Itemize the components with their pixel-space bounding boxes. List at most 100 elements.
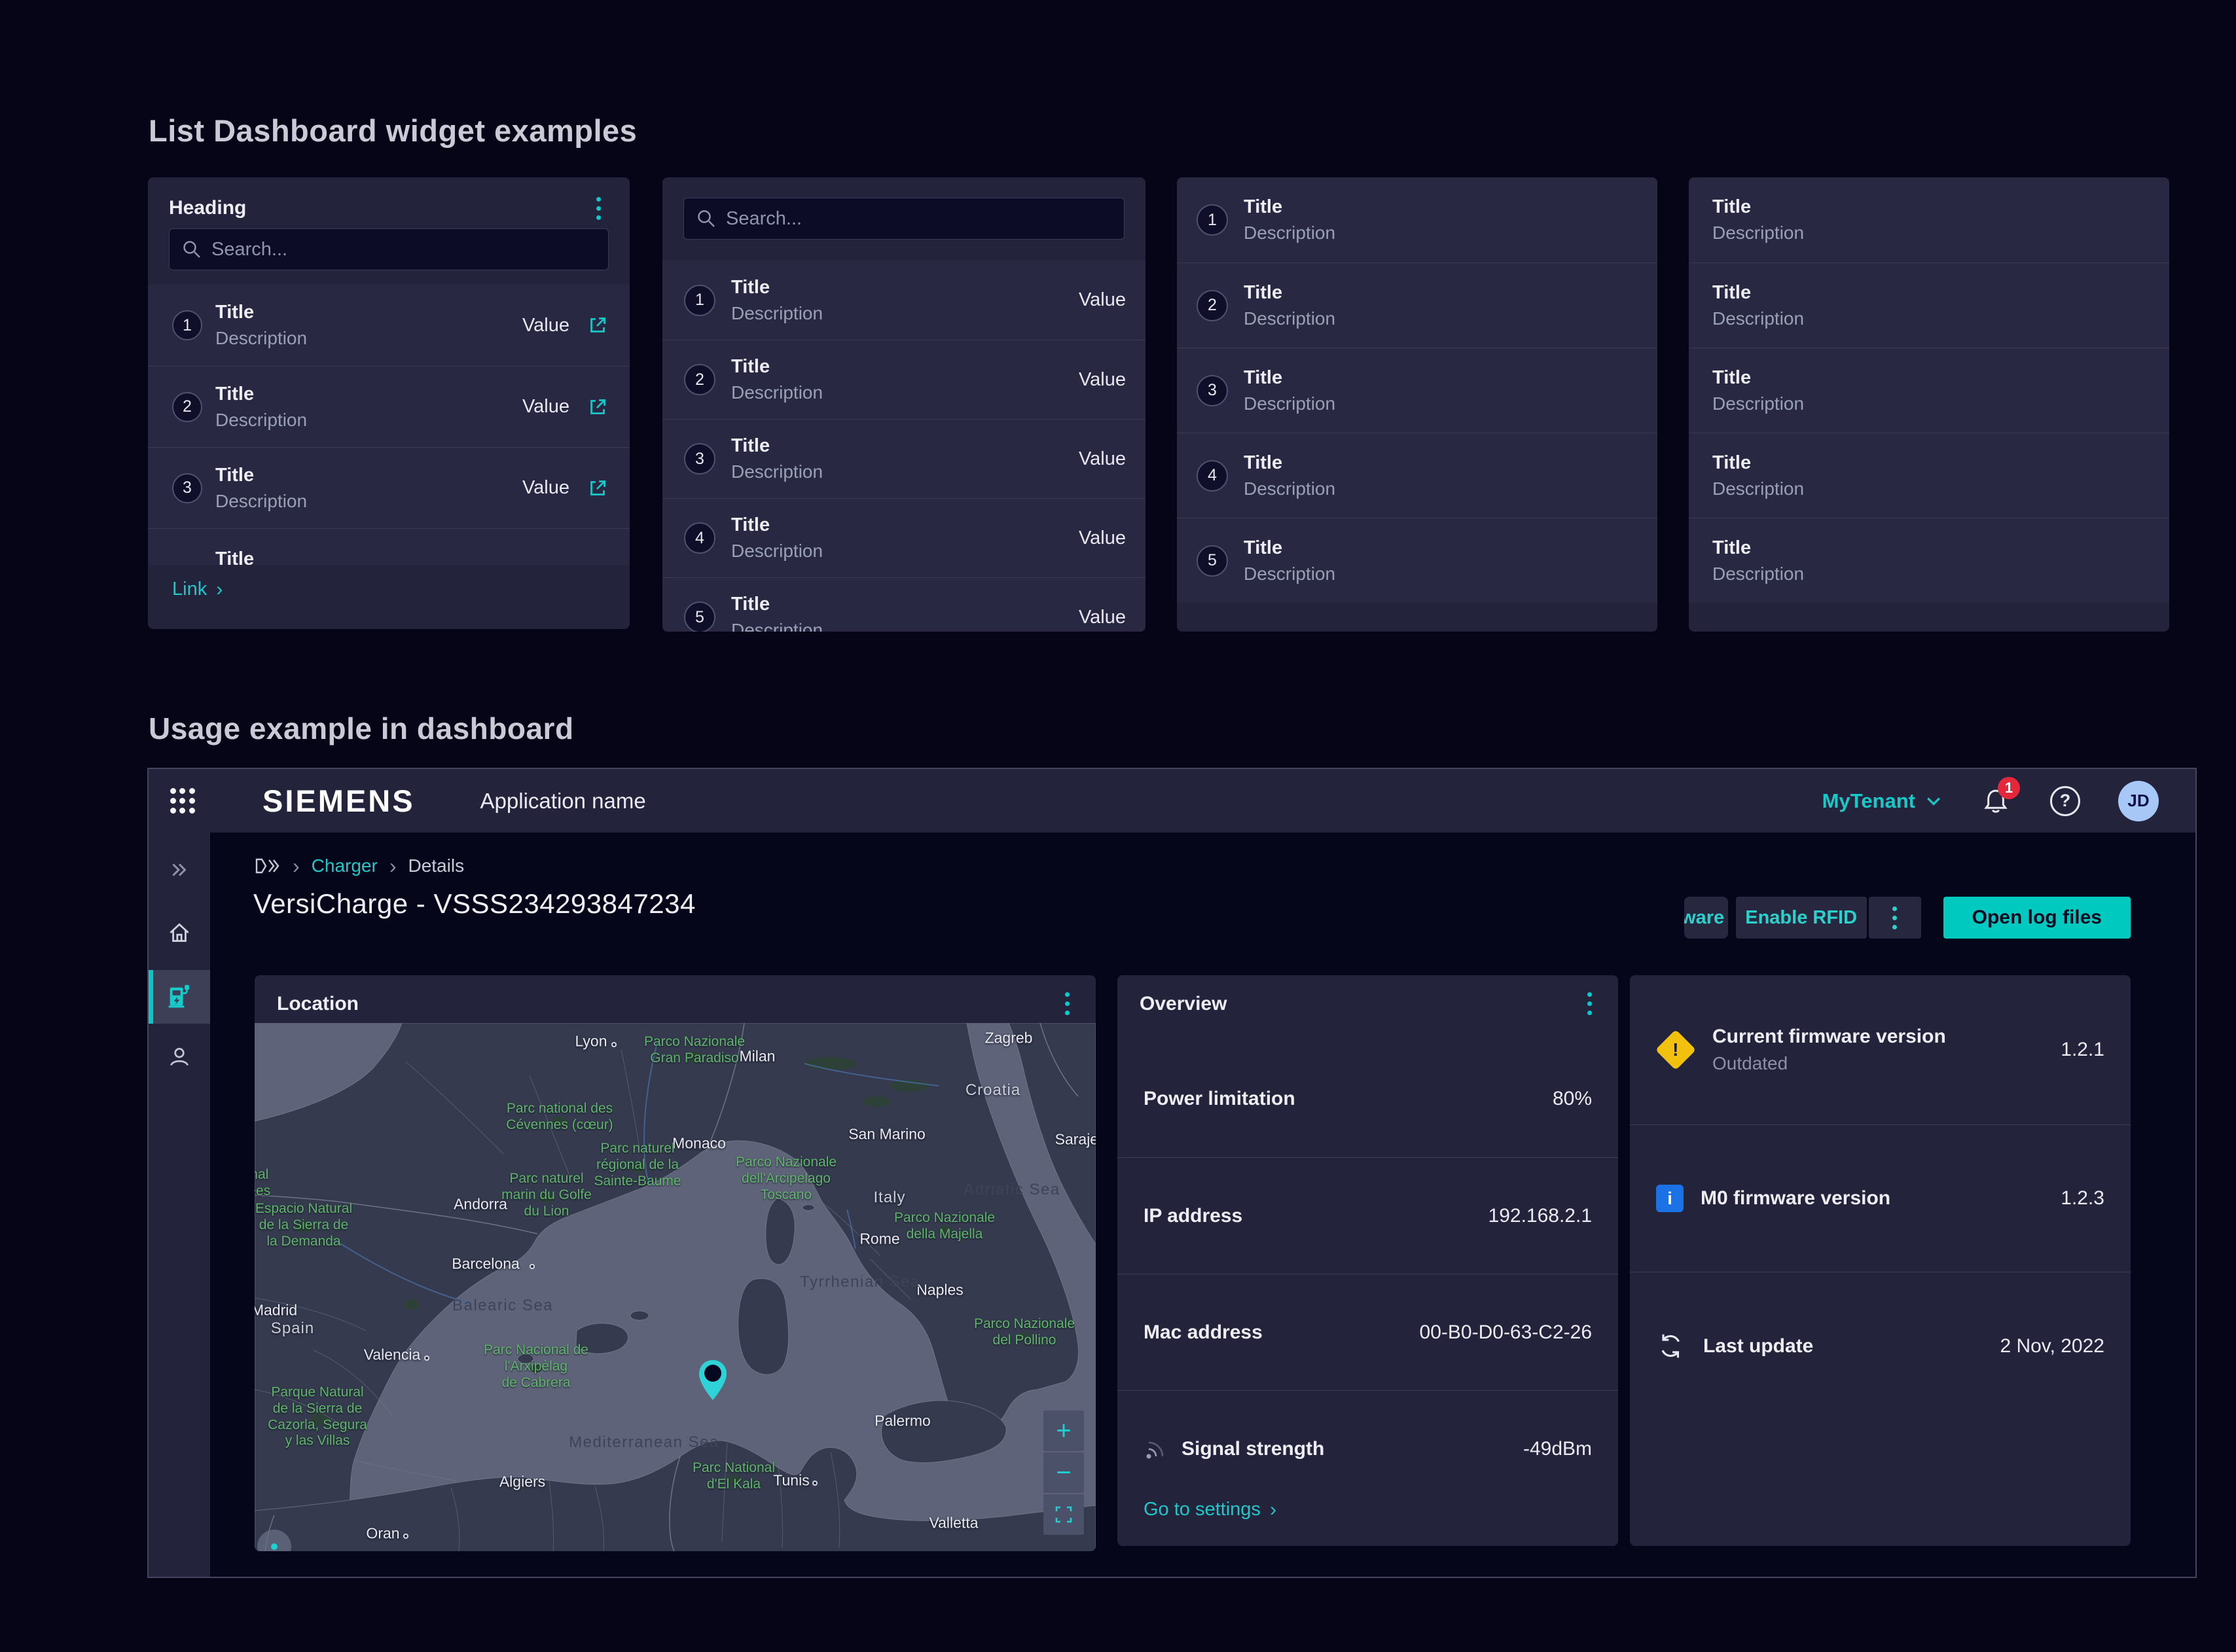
map-label-park: Parc National d'El Kala bbox=[693, 1460, 775, 1493]
item-value: Value bbox=[522, 396, 569, 418]
breadcrumb-item-charger[interactable]: Charger bbox=[312, 855, 378, 876]
go-to-settings-label[interactable]: Go to settings bbox=[1144, 1499, 1261, 1520]
item-title: Title bbox=[731, 594, 823, 615]
item-title: Title bbox=[1712, 196, 1804, 218]
help-icon: ? bbox=[2060, 791, 2071, 811]
sidebar-expand-button[interactable] bbox=[149, 843, 210, 897]
map-label-park: Parco Nazionale del Pollino bbox=[974, 1316, 1075, 1349]
widget-list: 1 TitleDescription 2 TitleDescription 3 … bbox=[1177, 177, 1657, 603]
map-label-city: Sarajevo bbox=[1055, 1131, 1096, 1149]
breadcrumb-separator: › bbox=[293, 855, 300, 876]
chevron-down-icon bbox=[1926, 795, 1941, 807]
item-number-badge: 2 bbox=[172, 392, 202, 422]
breadcrumb-root-icon[interactable] bbox=[255, 856, 281, 876]
kebab-menu-icon[interactable] bbox=[585, 193, 611, 223]
list-item[interactable]: 2 TitleDescription Value bbox=[662, 340, 1145, 419]
fullscreen-button[interactable] bbox=[1043, 1494, 1084, 1535]
update-firmware-button-clipped[interactable]: ware bbox=[1684, 897, 1728, 939]
kebab-menu-icon[interactable] bbox=[1054, 989, 1080, 1019]
search-icon bbox=[696, 208, 717, 229]
item-title: Title bbox=[1244, 367, 1335, 389]
external-link-icon[interactable] bbox=[585, 395, 610, 420]
search-input[interactable] bbox=[683, 198, 1125, 240]
item-title: Title bbox=[215, 302, 307, 323]
tenant-selector[interactable]: MyTenant bbox=[1822, 789, 1941, 813]
toolbar-kebab-icon[interactable] bbox=[1869, 897, 1921, 939]
list-item-clipped[interactable]: Title bbox=[148, 528, 630, 565]
enable-rfid-label: Enable RFID bbox=[1745, 907, 1857, 929]
kebab-menu-icon[interactable] bbox=[1576, 989, 1602, 1019]
item-number-badge: 4 bbox=[684, 522, 715, 554]
map-zoom-controls: + − bbox=[1043, 1410, 1084, 1535]
go-to-settings[interactable]: Go to settings › bbox=[1144, 1499, 1276, 1520]
list-item[interactable]: TitleDescription bbox=[1689, 518, 2169, 603]
item-title: Title bbox=[1712, 282, 1804, 304]
item-number-badge: 3 bbox=[1197, 375, 1228, 406]
list-item[interactable]: TitleDescription bbox=[1689, 433, 2169, 518]
sidebar-item-user[interactable] bbox=[149, 1030, 210, 1084]
item-title: Title bbox=[1712, 367, 1804, 389]
list-item[interactable]: 1 TitleDescription Value bbox=[148, 285, 630, 366]
item-number-badge: 2 bbox=[1197, 290, 1228, 321]
open-log-files-button[interactable]: Open log files bbox=[1943, 897, 2131, 939]
notifications-button[interactable]: 1 bbox=[1979, 785, 2012, 817]
list-item[interactable]: 1 TitleDescription bbox=[1177, 177, 1657, 262]
map[interactable]: LyonMilanZagrebCroatiaSan MarinoSarajevo… bbox=[255, 1023, 1096, 1551]
list-item[interactable]: 2 TitleDescription Value bbox=[148, 366, 630, 447]
list-item-clipped[interactable]: 5 TitleDescription Value bbox=[662, 577, 1145, 632]
map-label-park: Parc national des Pyrénées bbox=[255, 1167, 270, 1200]
zoom-in-button[interactable]: + bbox=[1043, 1410, 1084, 1451]
list-item[interactable]: 3 TitleDescription bbox=[1177, 348, 1657, 433]
list-item[interactable]: 3 TitleDescription Value bbox=[148, 447, 630, 528]
row-label: Signal strength bbox=[1181, 1438, 1324, 1460]
search-input[interactable] bbox=[169, 228, 609, 270]
search-input-field[interactable] bbox=[726, 208, 1124, 230]
app-switcher-icon[interactable] bbox=[168, 787, 197, 816]
list-item[interactable]: TitleDescription bbox=[1689, 177, 2169, 262]
list-item[interactable]: 1 TitleDescription Value bbox=[662, 260, 1145, 340]
zoom-out-button[interactable]: − bbox=[1043, 1452, 1084, 1493]
item-value: Value bbox=[1079, 528, 1126, 549]
list-item[interactable]: 4 TitleDescription Value bbox=[662, 498, 1145, 577]
map-labels: LyonMilanZagrebCroatiaSan MarinoSarajevo… bbox=[255, 1023, 1096, 1551]
breadcrumb-item-details: Details bbox=[408, 855, 464, 876]
item-description: Description bbox=[731, 461, 823, 482]
external-link-icon[interactable] bbox=[585, 313, 610, 338]
section-title-usage: Usage example in dashboard bbox=[149, 711, 574, 746]
list-item[interactable]: 4 TitleDescription bbox=[1177, 433, 1657, 518]
map-city-dot bbox=[403, 1534, 408, 1539]
external-link-icon[interactable] bbox=[585, 476, 610, 501]
item-description: Description bbox=[215, 410, 307, 431]
map-label-sea: Tyrrhenian Sea bbox=[800, 1273, 920, 1291]
item-title: Title bbox=[1244, 196, 1335, 218]
breadcrumb-separator: › bbox=[389, 855, 397, 876]
signal-strength-icon bbox=[1144, 1437, 1168, 1462]
warning-icon: ! bbox=[1655, 1030, 1696, 1070]
list-item[interactable]: Title Description bbox=[1689, 262, 2169, 348]
item-description: Description bbox=[731, 620, 823, 632]
sidebar bbox=[149, 833, 210, 1577]
chevron-right-icon: › bbox=[216, 580, 223, 600]
list-item[interactable]: 2 TitleDescription bbox=[1177, 262, 1657, 348]
avatar[interactable]: JD bbox=[2118, 781, 2159, 821]
overview-row: Mac address 00-B0-D0-63-C2-26 bbox=[1117, 1274, 1618, 1390]
map-label-city: Andorra bbox=[454, 1196, 507, 1213]
enable-rfid-button[interactable]: Enable RFID bbox=[1736, 897, 1867, 939]
list-item[interactable]: TitleDescription bbox=[1689, 348, 2169, 433]
list-item[interactable]: 5 TitleDescription bbox=[1177, 518, 1657, 603]
map-label-park: Parco Nazionale dell'Arcipelago Toscano bbox=[736, 1155, 837, 1203]
map-city-dot bbox=[424, 1356, 429, 1361]
widget-card-search-values: 1 TitleDescription Value 2 TitleDescript… bbox=[662, 177, 1145, 632]
sidebar-item-charger[interactable] bbox=[149, 970, 210, 1024]
item-description: Description bbox=[731, 303, 823, 324]
search-input-field[interactable] bbox=[211, 239, 608, 260]
widget-link[interactable]: Link bbox=[172, 579, 207, 600]
item-number-badge: 3 bbox=[172, 473, 202, 503]
help-button[interactable]: ? bbox=[2050, 786, 2080, 816]
map-label-park: Parco Nazionale Gran Paradiso bbox=[644, 1034, 745, 1067]
map-label-city: Madrid bbox=[255, 1302, 297, 1320]
list-item[interactable]: 3 TitleDescription Value bbox=[662, 419, 1145, 498]
sidebar-item-home[interactable] bbox=[149, 906, 210, 960]
item-description: Description bbox=[1712, 308, 1804, 329]
chevron-right-icon: › bbox=[1270, 1500, 1276, 1520]
